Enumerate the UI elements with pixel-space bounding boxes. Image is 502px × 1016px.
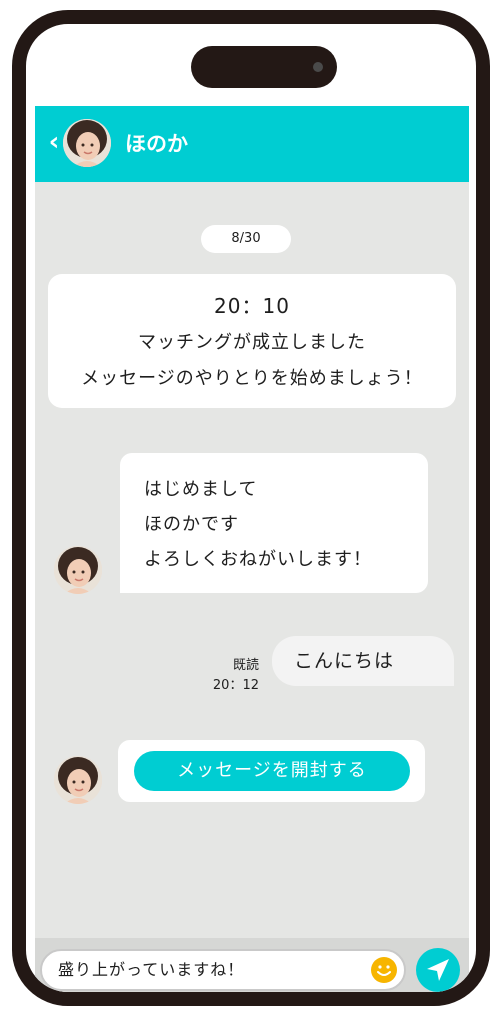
avatar[interactable] (63, 119, 111, 167)
message-text: こんにちは (294, 650, 395, 672)
system-message: 20：10 マッチングが成立しました メッセージのやりとりを始めましょう！ (48, 274, 456, 408)
phone-frame: ‹ ほのか 8/30 20：10 マッチングが成立しました メッセージのやりとり… (12, 10, 490, 1006)
avatar[interactable] (54, 546, 102, 594)
message-input[interactable]: 盛り上がっていますね！ (40, 949, 406, 991)
system-line: マッチングが成立しました (138, 332, 366, 353)
system-line: メッセージのやりとりを始めましょう！ (81, 368, 423, 389)
avatar[interactable] (54, 756, 102, 804)
message-input-value[interactable]: 盛り上がっていますね！ (58, 951, 244, 989)
paper-plane-icon (427, 959, 449, 981)
incoming-message-bubble: はじめまして ほのかです よろしくおねがいします！ (120, 453, 428, 593)
message-line: はじめまして (144, 479, 258, 500)
camera-icon (313, 62, 323, 72)
chat-header: ‹ ほのか (35, 106, 469, 182)
composer-bar: 盛り上がっていますね！ (35, 938, 469, 992)
chat-screen: ‹ ほのか 8/30 20：10 マッチングが成立しました メッセージのやりとり… (35, 106, 469, 992)
send-button[interactable] (416, 948, 460, 992)
message-time: 20：12 (212, 678, 259, 693)
locked-message-card: メッセージを開封する (118, 740, 425, 802)
camera-notch (191, 46, 337, 88)
contact-name: ほのか (125, 132, 188, 156)
read-receipt: 既読 (232, 658, 259, 673)
chevron-left-icon[interactable]: ‹ (43, 126, 65, 158)
open-message-button[interactable]: メッセージを開封する (134, 751, 410, 791)
smiley-icon[interactable] (370, 956, 398, 988)
date-separator: 8/30 (201, 225, 291, 253)
message-line: ほのかです (144, 514, 239, 535)
outgoing-message-bubble: こんにちは (272, 636, 454, 686)
message-line: よろしくおねがいします！ (144, 549, 372, 570)
system-time: 20：10 (214, 294, 290, 318)
